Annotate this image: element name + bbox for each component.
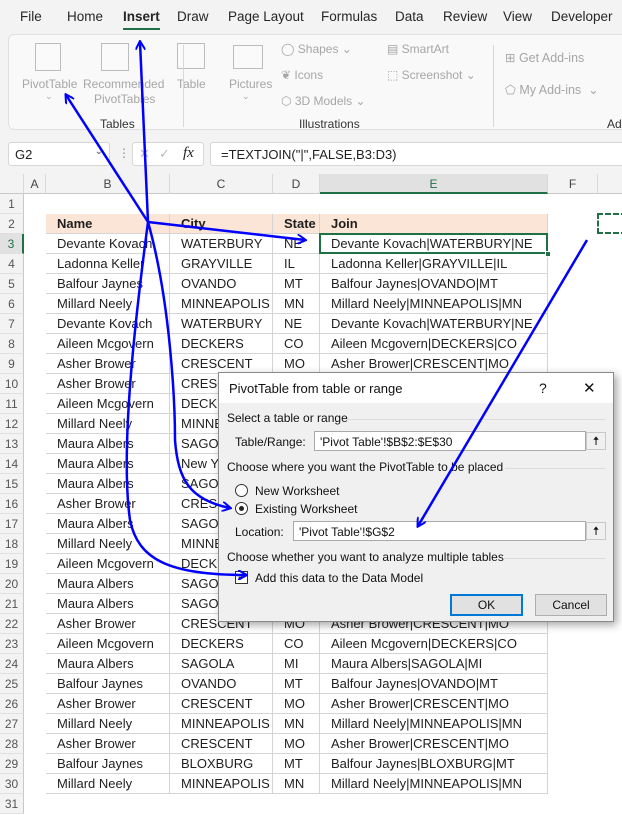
arrow-to-location — [418, 239, 589, 526]
annotation-arrows — [0, 0, 589, 815]
arrow-to-insert-tab — [140, 42, 150, 223]
arrow-to-existing-worksheet — [146, 221, 230, 508]
arrow-to-pivottable — [66, 95, 150, 223]
arrow-to-data-model — [125, 221, 246, 575]
arrow-to-join-cell — [147, 220, 305, 240]
